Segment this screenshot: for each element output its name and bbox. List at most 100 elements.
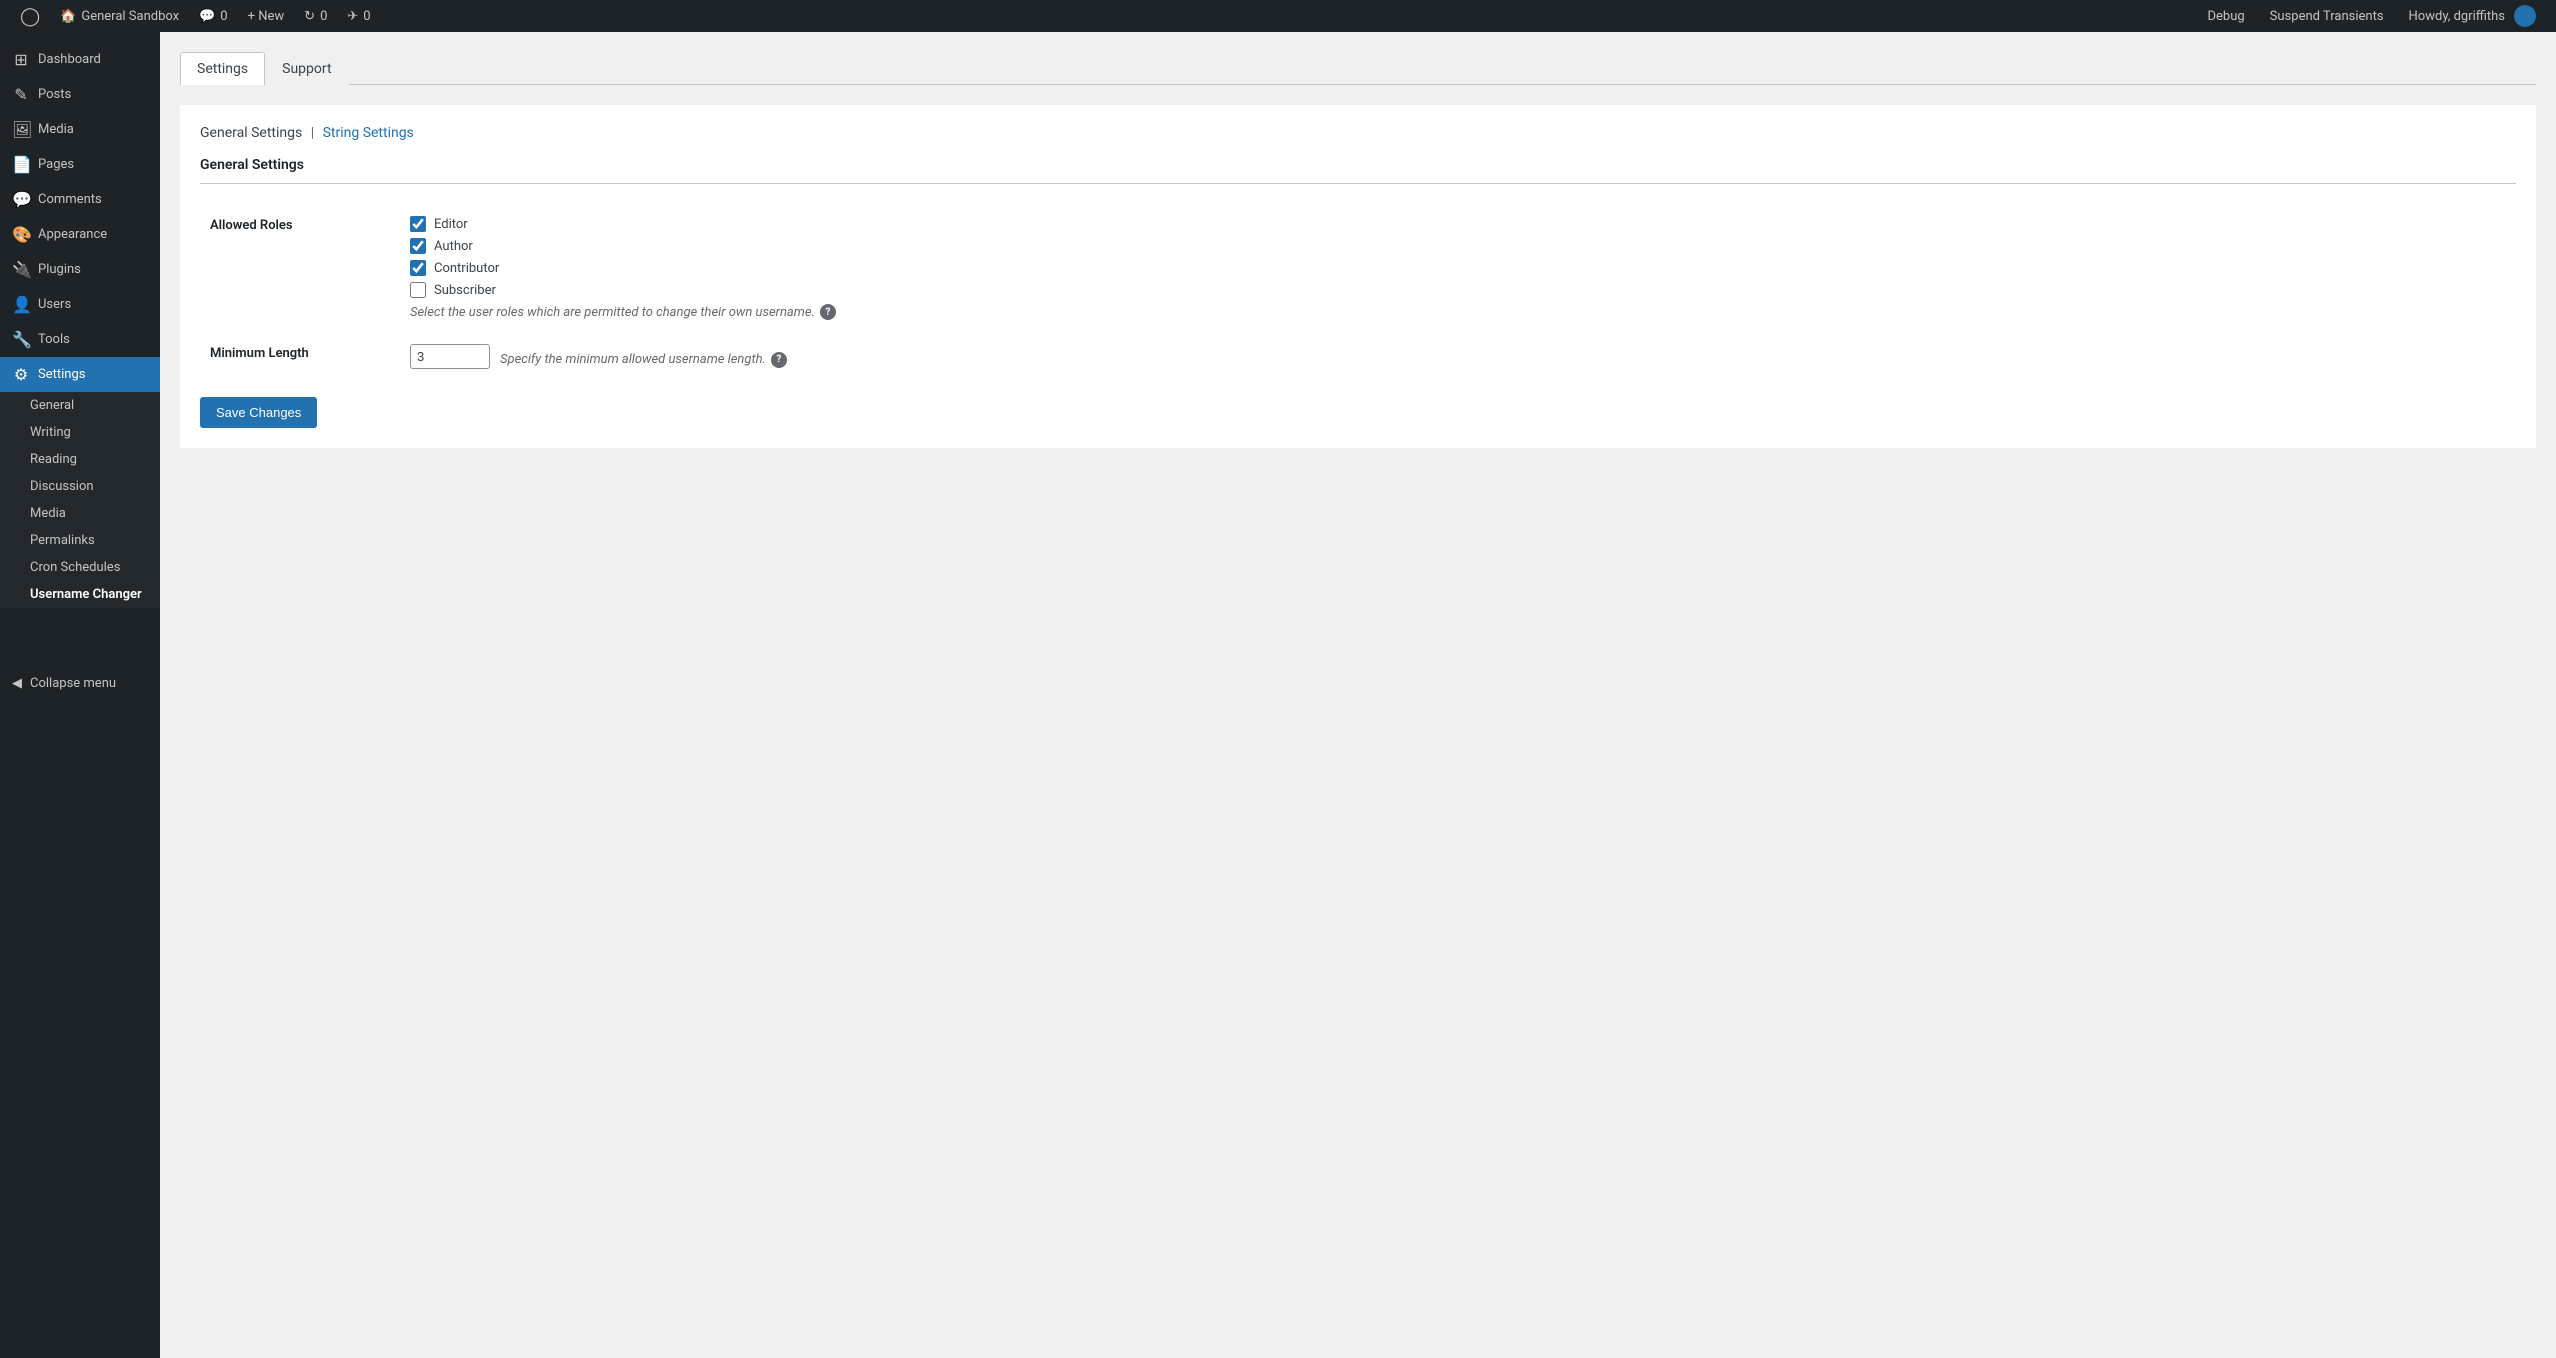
adminbar-debug[interactable]: Debug [2197,0,2254,32]
adminbar-suspend[interactable]: Suspend Transients [2260,0,2394,32]
howdy-label: Howdy, dgriffiths [2409,9,2505,24]
adminbar-logo[interactable]: ◯ [10,0,50,32]
sidebar-sub-media[interactable]: Media [0,500,160,527]
pages-icon: 📄 [12,155,30,174]
sidebar-item-label: Appearance [38,227,107,242]
sidebar-item-users[interactable]: 👤 Users [0,287,160,322]
updates-count: 0 [320,9,327,24]
sidebar-item-media[interactable]: 🖼 Media [0,112,160,147]
site-name: General Sandbox [81,9,179,24]
allowed-roles-label: Allowed Roles [200,204,400,332]
sidebar-item-label: Users [38,297,71,312]
sidebar-sub-discussion[interactable]: Discussion [0,473,160,500]
appearance-icon: 🎨 [12,225,30,244]
sidebar-item-label: Dashboard [38,52,101,67]
tab-settings[interactable]: Settings [180,52,265,85]
sidebar-item-plugins[interactable]: 🔌 Plugins [0,252,160,287]
allowed-roles-help-icon[interactable]: ? [820,304,836,320]
role-subscriber-label[interactable]: Subscriber [434,283,496,298]
minimum-length-row: Minimum Length Specify the minimum allow… [200,332,2516,381]
sidebar-sub-username-changer[interactable]: Username Changer [0,581,160,608]
posts-icon: ✎ [12,85,30,104]
minimum-length-field: Specify the minimum allowed username len… [400,332,2516,381]
adminbar-new[interactable]: + New [238,0,295,32]
sidebar-sub-reading[interactable]: Reading [0,446,160,473]
sidebar-item-label: Plugins [38,262,81,277]
media-icon: 🖼 [12,120,30,139]
new-label: + New [248,9,285,24]
collapse-icon: ◀ [12,676,22,691]
sidebar-sub-permalinks[interactable]: Permalinks [0,527,160,554]
sidebar-item-label: Tools [38,332,70,347]
sidebar-item-comments[interactable]: 💬 Comments [0,182,160,217]
role-contributor-checkbox[interactable] [410,260,426,276]
tab-support[interactable]: Support [265,52,348,85]
activity-icon: ✈ [347,9,358,24]
minimum-length-input[interactable] [410,344,490,369]
breadcrumb-string[interactable]: String Settings [323,125,414,141]
debug-label: Debug [2207,9,2244,24]
allowed-roles-row: Allowed Roles Editor Author [200,204,2516,332]
role-author-checkbox[interactable] [410,238,426,254]
sidebar-sub-writing[interactable]: Writing [0,419,160,446]
allowed-roles-help-text: Select the user roles which are permitte… [410,305,815,320]
admin-bar: ◯ 🏠 General Sandbox 💬 0 + New ↻ 0 ✈ 0 De… [0,0,2556,32]
sidebar-item-label: Pages [38,157,74,172]
tab-nav: Settings Support [180,52,2536,85]
dashboard-icon: ⊞ [12,50,30,69]
allowed-roles-help: Select the user roles which are permitte… [410,304,2506,320]
settings-icon: ⚙ [12,365,30,384]
sidebar-item-settings[interactable]: ⚙ Settings [0,357,160,392]
minimum-length-help: Specify the minimum allowed username len… [500,352,787,368]
sidebar-item-pages[interactable]: 📄 Pages [0,147,160,182]
adminbar-updates[interactable]: ↻ 0 [294,0,337,32]
adminbar-user[interactable]: Howdy, dgriffiths [2399,0,2546,32]
sidebar-item-appearance[interactable]: 🎨 Appearance [0,217,160,252]
adminbar-activity[interactable]: ✈ 0 [337,0,380,32]
comments-count: 0 [220,9,227,24]
breadcrumb-general: General Settings [200,125,302,141]
sidebar-sub-cron-schedules[interactable]: Cron Schedules [0,554,160,581]
collapse-label: Collapse menu [30,676,116,691]
activity-count: 0 [363,9,370,24]
role-author-label[interactable]: Author [434,239,473,254]
comments-icon: 💬 [199,9,215,24]
settings-submenu: General Writing Reading Discussion Media… [0,392,160,608]
role-editor-checkbox[interactable] [410,216,426,232]
sidebar: ⊞ Dashboard ✎ Posts 🖼 Media 📄 Pages 💬 Co… [0,32,160,1358]
allowed-roles-field: Editor Author Contributor [400,204,2516,332]
minimum-length-label: Minimum Length [200,332,400,381]
avatar [2514,5,2536,27]
role-contributor-label[interactable]: Contributor [434,261,499,276]
comments-icon: 💬 [12,190,30,209]
minimum-length-help-text: Specify the minimum allowed username len… [500,352,766,367]
plugins-icon: 🔌 [12,260,30,279]
save-button[interactable]: Save Changes [200,397,317,428]
tools-icon: 🔧 [12,330,30,349]
adminbar-comments[interactable]: 💬 0 [189,0,238,32]
role-subscriber-row: Subscriber [410,282,2506,298]
role-editor-row: Editor [410,216,2506,232]
wordpress-icon: ◯ [20,6,40,27]
sidebar-item-tools[interactable]: 🔧 Tools [0,322,160,357]
settings-table: Allowed Roles Editor Author [200,204,2516,381]
sidebar-sub-general[interactable]: General [0,392,160,419]
updates-icon: ↻ [304,9,315,24]
sidebar-item-posts[interactable]: ✎ Posts [0,77,160,112]
sidebar-item-label: Settings [38,367,85,382]
role-contributor-row: Contributor [410,260,2506,276]
minimum-length-help-icon[interactable]: ? [771,352,787,368]
adminbar-site[interactable]: 🏠 General Sandbox [50,0,189,32]
suspend-label: Suspend Transients [2270,9,2384,24]
role-subscriber-checkbox[interactable] [410,282,426,298]
sidebar-item-dashboard[interactable]: ⊞ Dashboard [0,42,160,77]
sidebar-item-label: Comments [38,192,102,207]
main-content: Settings Support General Settings | Stri… [160,32,2556,1358]
collapse-menu[interactable]: ◀ Collapse menu [0,668,160,699]
users-icon: 👤 [12,295,30,314]
role-editor-label[interactable]: Editor [434,217,468,232]
role-author-row: Author [410,238,2506,254]
minimum-length-wrap: Specify the minimum allowed username len… [410,344,2506,369]
sidebar-item-label: Posts [38,87,71,102]
sidebar-item-label: Media [38,122,74,137]
